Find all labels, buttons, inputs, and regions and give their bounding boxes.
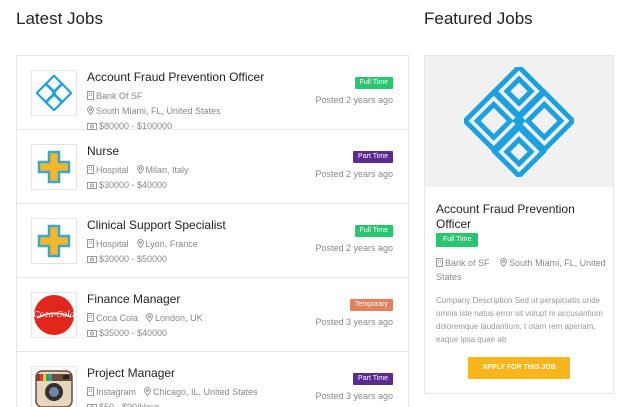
job-salary-range: $50 - $90/Hour: [99, 402, 160, 407]
building-icon: [436, 258, 443, 267]
job-meta: Bank Of SF South Miami, FL, United States…: [87, 89, 277, 134]
svg-text:Coca-Cola: Coca-Cola: [33, 310, 74, 319]
job-company-name: Hospital: [96, 239, 129, 249]
money-icon: [87, 256, 97, 263]
map-pin-icon: [136, 239, 144, 248]
job-type-badge: Full Time: [354, 225, 393, 237]
job-meta: Coca Cola London, UK $35000 - $40000: [87, 311, 277, 341]
latest-jobs-title: Latest Jobs: [16, 9, 103, 28]
job-row[interactable]: Coca-Cola Finance Manager Coca Cola London,…: [17, 278, 408, 352]
job-row[interactable]: Clinical Support Specialist Hospital Lyon,…: [17, 204, 408, 278]
job-location-name: South Miami, FL, United States: [96, 106, 221, 116]
job-location: South Miami, FL, United States: [87, 106, 221, 116]
building-icon: [87, 91, 94, 100]
job-salary: $30000 - $50000: [87, 254, 167, 264]
job-title[interactable]: Nurse: [87, 144, 119, 158]
job-posted-date: Posted 3 years ago: [315, 391, 393, 401]
job-meta: Hospital Lyon, France $30000 - $50000: [87, 237, 277, 267]
job-posted-date: Posted 2 years ago: [315, 243, 393, 253]
featured-jobs-title: Featured Jobs: [424, 9, 533, 28]
job-type-badge: Full Time: [354, 77, 393, 89]
job-location: London, UK: [146, 313, 203, 323]
map-pin-icon: [146, 313, 154, 322]
job-salary-range: $30000 - $40000: [99, 180, 168, 190]
job-meta: Hospital Milan, Italy $30000 - $40000: [87, 163, 277, 193]
map-pin-icon: [136, 165, 144, 174]
job-company-name: Instagram: [96, 387, 137, 397]
job-row[interactable]: Account Fraud Prevention Officer Bank Of …: [17, 56, 408, 131]
coca-cola-logo[interactable]: Coca-Cola: [31, 292, 77, 338]
bank-logo[interactable]: [31, 70, 77, 116]
building-icon: [87, 239, 94, 248]
job-posted-date: Posted 2 years ago: [315, 95, 393, 105]
job-location-name: Milan, Italy: [145, 165, 189, 175]
featured-job-image: [425, 56, 613, 187]
featured-company-name: Bank of SF: [445, 258, 490, 268]
job-meta: Instagram Chicago, IL, United States $50 -…: [87, 385, 277, 407]
bank-logo: [464, 66, 574, 177]
job-row[interactable]: Project Manager Instagram Chicago, IL, Uni…: [17, 352, 408, 407]
job-salary: $50 - $90/Hour: [87, 402, 159, 407]
job-location-name: Chicago, IL, United States: [153, 387, 258, 397]
job-salary: $30000 - $40000: [87, 180, 167, 190]
apply-for-job-button[interactable]: APPLY FOR THIS JOB: [468, 357, 570, 379]
money-icon: [87, 182, 97, 189]
job-title[interactable]: Clinical Support Specialist: [87, 218, 226, 232]
job-company-name: Coca Cola: [96, 313, 139, 323]
job-location-name: London, UK: [155, 313, 203, 323]
job-location: Lyon, France: [136, 239, 198, 249]
job-salary-range: $35000 - $40000: [99, 328, 168, 338]
job-type-badge: Temporary: [349, 299, 393, 311]
medical-cross-logo[interactable]: [31, 218, 77, 264]
featured-job-type-badge: Full Time: [436, 233, 479, 247]
money-icon: [87, 330, 97, 337]
job-row[interactable]: Nurse Hospital Milan, Italy $30000 - $40000…: [17, 130, 408, 204]
job-company: Coca Cola: [87, 313, 138, 323]
building-icon: [87, 165, 94, 174]
job-title[interactable]: Project Manager: [87, 366, 175, 380]
job-location: Chicago, IL, United States: [144, 387, 258, 397]
featured-job-card[interactable]: Account Fraud Prevention Officer Full Ti…: [424, 55, 614, 394]
job-title[interactable]: Finance Manager: [87, 292, 180, 306]
job-company: Hospital: [87, 239, 129, 249]
map-pin-icon: [500, 258, 508, 267]
job-type-badge: Part Time: [353, 151, 393, 163]
job-posted-date: Posted 2 years ago: [315, 169, 393, 179]
job-company-name: Hospital: [96, 165, 129, 175]
job-title[interactable]: Account Fraud Prevention Officer: [87, 70, 264, 84]
map-pin-icon: [144, 387, 152, 396]
featured-job-description: Company Description Sed ut perspiciatis …: [436, 296, 603, 344]
medical-cross-logo[interactable]: [31, 144, 77, 190]
job-salary-range: $30000 - $50000: [99, 254, 168, 264]
job-company-name: Bank Of SF: [96, 91, 143, 101]
job-company: Bank Of SF: [87, 91, 143, 101]
job-location-name: Lyon, France: [145, 239, 198, 249]
featured-company: Bank of SF: [436, 258, 492, 268]
job-posted-date: Posted 3 years ago: [315, 317, 393, 327]
featured-job-title[interactable]: Account Fraud Prevention Officer: [436, 202, 606, 232]
job-type-badge: Part Time: [353, 373, 393, 385]
job-company: Hospital: [87, 165, 129, 175]
job-location: Milan, Italy: [136, 165, 189, 175]
instagram-logo[interactable]: [31, 366, 77, 407]
featured-job-meta: Bank of SF South Miami, FL, United State…: [436, 256, 608, 284]
building-icon: [87, 313, 94, 322]
job-salary: $35000 - $40000: [87, 328, 167, 338]
building-icon: [87, 387, 94, 396]
money-icon: [87, 123, 97, 130]
job-company: Instagram: [87, 387, 136, 397]
map-pin-icon: [87, 106, 94, 115]
latest-jobs-list: Account Fraud Prevention Officer Bank Of …: [16, 55, 409, 407]
